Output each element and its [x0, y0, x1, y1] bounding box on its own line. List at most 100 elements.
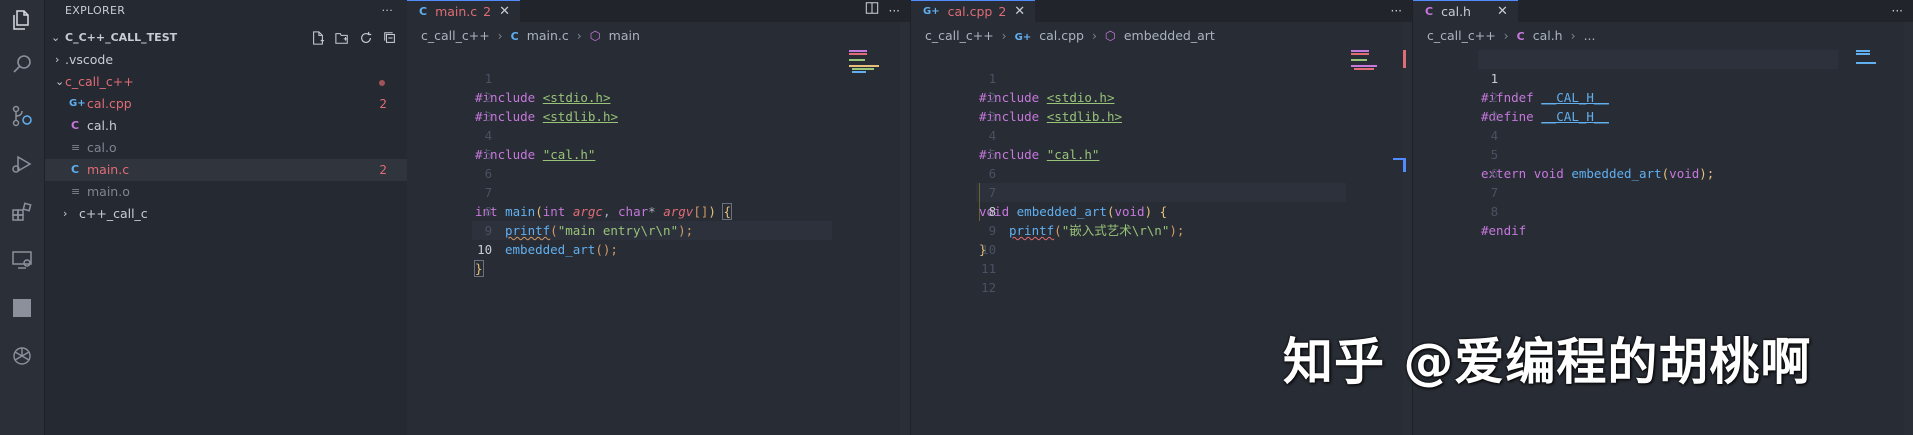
tab-bar: G+ cal.cpp 2 ✕ ··· — [911, 0, 1412, 22]
explorer-title: EXPLORER — [65, 4, 126, 17]
breadcrumb-file[interactable]: cal.cpp — [1039, 28, 1084, 43]
close-icon[interactable]: ✕ — [499, 4, 510, 19]
close-icon[interactable]: ✕ — [1497, 4, 1508, 19]
files-icon[interactable] — [8, 6, 36, 34]
tree-item-cal-h[interactable]: C cal.h — [45, 115, 407, 137]
c-file-icon: C — [1516, 30, 1525, 43]
scrollbar[interactable] — [1904, 22, 1913, 435]
chevron-right-icon: › — [1570, 28, 1576, 43]
tab-cal-h[interactable]: C cal.h ✕ — [1413, 0, 1518, 22]
text-file-icon: ≡ — [71, 185, 81, 198]
more-actions-button[interactable]: ··· — [889, 0, 900, 22]
cube-icon: ⬡ — [589, 28, 601, 43]
line-number: 10 — [477, 242, 493, 257]
tree-item-main-c[interactable]: C main.c 2 — [45, 159, 407, 181]
openai-icon[interactable] — [8, 342, 36, 370]
tab-problem-count: 2 — [998, 4, 1007, 19]
code-line: 3 — [407, 88, 910, 124]
breadcrumb-symbol[interactable]: embedded_art — [1124, 28, 1215, 43]
chevron-right-icon: › — [55, 53, 60, 66]
breadcrumb-folder[interactable]: c_call_c++ — [925, 28, 994, 43]
modified-dot — [379, 80, 385, 86]
tab-cal-cpp[interactable]: G+ cal.cpp 2 ✕ — [911, 0, 1036, 22]
minimap[interactable] — [1351, 50, 1411, 90]
code-line: 9 } — [911, 202, 1412, 257]
breadcrumb-symbol[interactable]: main — [609, 28, 640, 43]
code-line: 6 — [407, 145, 910, 181]
tree-item-c-call-cpp[interactable]: ⌄ c_call_c++ — [45, 71, 407, 93]
tree-item-label: cal.h — [87, 118, 117, 133]
remote-explorer-icon[interactable] — [8, 246, 36, 274]
code-line: 6 — [1413, 145, 1913, 181]
tree-item-cal-cpp[interactable]: G+ cal.cpp 2 — [45, 93, 407, 115]
code-line: 2 #define __CAL_H__ — [1413, 69, 1913, 124]
tree-item-cal-o[interactable]: ≡ cal.o — [45, 137, 407, 159]
tree-item-label: cal.o — [87, 140, 117, 155]
code-line: 2 #include <stdlib.h> — [407, 69, 910, 124]
c-file-icon: C — [71, 119, 80, 132]
tree-item-vscode[interactable]: › .vscode — [45, 49, 407, 71]
code-editor[interactable]: 1 #include <stdio.h> 2 #include <stdlib.… — [407, 50, 910, 435]
code-line: 3 — [911, 88, 1412, 124]
explorer-sidebar: EXPLORER ··· ⌄ C_C++_CALL_TEST › .vscode… — [45, 0, 407, 435]
tree-item-label: main.c — [87, 162, 130, 177]
breadcrumb: c_call_c++ › G+ cal.cpp › ⬡ embedded_art — [911, 28, 1215, 46]
c-file-icon: C — [1425, 5, 1434, 18]
cube-icon: ⬡ — [1104, 28, 1116, 43]
editor-actions: ··· — [865, 0, 900, 22]
tab-label: cal.cpp — [947, 4, 993, 19]
extensions-icon[interactable] — [8, 198, 36, 226]
square-icon[interactable] — [8, 294, 36, 322]
tree-item-label: c++_call_c — [79, 206, 148, 221]
collapse-all-icon[interactable] — [381, 27, 399, 49]
tree-item-main-o[interactable]: ≡ main.o — [45, 181, 407, 203]
close-icon[interactable]: ✕ — [1014, 4, 1025, 19]
breadcrumb-folder[interactable]: c_call_c++ — [1427, 28, 1496, 43]
code-line: 11 — [911, 240, 1412, 276]
refresh-icon[interactable] — [357, 27, 375, 49]
problem-count-badge: 2 — [379, 97, 387, 111]
scrollbar[interactable] — [900, 22, 910, 435]
more-actions-button[interactable]: ··· — [1892, 0, 1903, 22]
breadcrumb-file[interactable]: main.c — [527, 28, 569, 43]
c-file-icon: C — [71, 163, 80, 176]
code-line: 1 #include <stdio.h> — [407, 50, 910, 105]
source-control-icon[interactable] — [8, 102, 36, 130]
error-marker — [1403, 50, 1406, 68]
chevron-right-icon: › — [63, 207, 68, 220]
new-folder-icon[interactable] — [333, 27, 351, 49]
line-number: 12 — [981, 280, 997, 295]
tab-main-c[interactable]: C main.c 2 ✕ — [407, 0, 521, 22]
code-line: 10 } — [407, 221, 910, 277]
code-line: 5 extern void embedded_art(void); — [1413, 126, 1913, 181]
tree-item-cpp-call-c[interactable]: › c++_call_c — [45, 203, 407, 225]
tree-item-label: cal.cpp — [87, 96, 132, 111]
breadcrumb-folder[interactable]: c_call_c++ — [421, 28, 490, 43]
code-line: 2 #include <stdlib.h> — [911, 69, 1412, 124]
cpp-file-icon: G+ — [69, 98, 86, 109]
new-file-icon[interactable] — [309, 27, 327, 49]
chevron-right-icon: › — [576, 28, 582, 43]
problem-count-badge: 2 — [379, 163, 387, 177]
search-icon[interactable] — [8, 50, 36, 78]
split-editor-icon[interactable] — [865, 0, 879, 22]
breadcrumb-symbol[interactable]: ... — [1584, 28, 1596, 43]
run-debug-icon[interactable] — [8, 150, 36, 178]
more-actions-button[interactable]: ··· — [1391, 0, 1402, 22]
line-number: 8 — [1490, 204, 1499, 219]
code-line: 4 — [1413, 107, 1913, 143]
code-line: 4 #include "cal.h" — [911, 107, 1412, 162]
project-root[interactable]: ⌄ C_C++_CALL_TEST — [45, 27, 407, 49]
breadcrumb-file[interactable]: cal.h — [1533, 28, 1563, 43]
tree-item-label: .vscode — [65, 52, 114, 67]
chevron-right-icon: › — [1001, 28, 1007, 43]
explorer-more-button[interactable]: ··· — [382, 0, 393, 22]
editor-group-main-c: C main.c 2 ✕ ··· c_call_c++ › C main.c ›… — [407, 0, 910, 435]
cursor-marker — [1403, 158, 1406, 172]
code-line: 7 — [1413, 164, 1913, 200]
code-line: 12 — [911, 259, 1412, 295]
code-line: 3 — [1413, 88, 1913, 124]
code-line: 10 — [911, 221, 1412, 257]
code-line: 4 #include "cal.h" — [407, 107, 910, 162]
c-file-icon: C — [419, 5, 428, 18]
